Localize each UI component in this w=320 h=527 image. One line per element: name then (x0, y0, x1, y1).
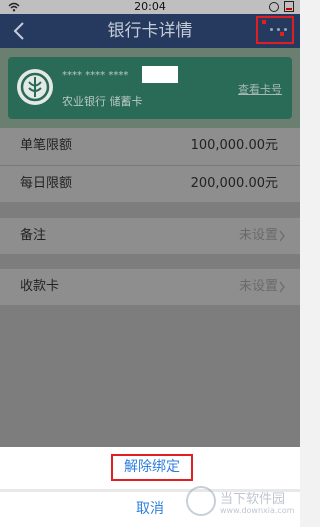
alarm-icon (269, 1, 279, 12)
annotation-mark (280, 32, 284, 36)
remark-value: 未设置 (238, 228, 278, 243)
remark-row[interactable]: 备注 未设置 (0, 218, 300, 254)
card-number: **** **** **** (62, 70, 129, 81)
bank-logo-icon (17, 69, 53, 105)
receiving-card-value: 未设置 (238, 279, 278, 294)
nav-bar: 银行卡详情 (0, 14, 300, 48)
chevron-right-icon (279, 281, 285, 293)
section-gap (0, 254, 300, 269)
remark-label: 备注 (20, 228, 47, 243)
daily-limit-label: 每日限额 (20, 176, 73, 191)
view-card-number-link[interactable]: 查看卡号 (238, 81, 282, 97)
receiving-card-row[interactable]: 收款卡 未设置 (0, 269, 300, 305)
single-limit-value: 100,000.00元 (190, 138, 278, 153)
bank-name: 农业银行 储蓄卡 (62, 95, 143, 108)
daily-limit-value: 200,000.00元 (190, 176, 278, 191)
watermark-url: www.downxia.com (220, 506, 295, 515)
watermark-logo-icon (186, 486, 216, 516)
watermark-text: 当下软件园 (220, 492, 286, 507)
chevron-right-icon (279, 230, 285, 242)
unbind-button[interactable]: 解除绑定 (111, 454, 193, 481)
more-options-button[interactable] (256, 16, 294, 44)
single-limit-label: 单笔限额 (20, 138, 73, 153)
remark-section: 备注 未设置 (0, 218, 300, 254)
receiving-card-label: 收款卡 (20, 279, 60, 294)
battery-icon (284, 1, 294, 12)
daily-limit-row: 每日限额 200,000.00元 (0, 166, 300, 202)
limits-section: 单笔限额 100,000.00元 每日限额 200,000.00元 (0, 128, 300, 202)
annotation-mark (262, 20, 266, 24)
status-bar: 20:04 (0, 0, 300, 14)
redaction-box (142, 66, 178, 83)
watermark: 当下软件园 www.downxia.com (186, 484, 296, 524)
bank-card[interactable]: **** **** **** 农业银行 储蓄卡 查看卡号 (8, 57, 292, 119)
receiving-card-section: 收款卡 未设置 (0, 269, 300, 305)
card-section: **** **** **** 农业银行 储蓄卡 查看卡号 (0, 48, 300, 128)
overlay-backdrop[interactable] (0, 305, 300, 447)
section-gap (0, 202, 300, 218)
single-limit-row: 单笔限额 100,000.00元 (0, 128, 300, 164)
status-time: 20:04 (134, 0, 166, 13)
more-dots-icon (270, 28, 287, 31)
page-title: 银行卡详情 (107, 21, 193, 41)
